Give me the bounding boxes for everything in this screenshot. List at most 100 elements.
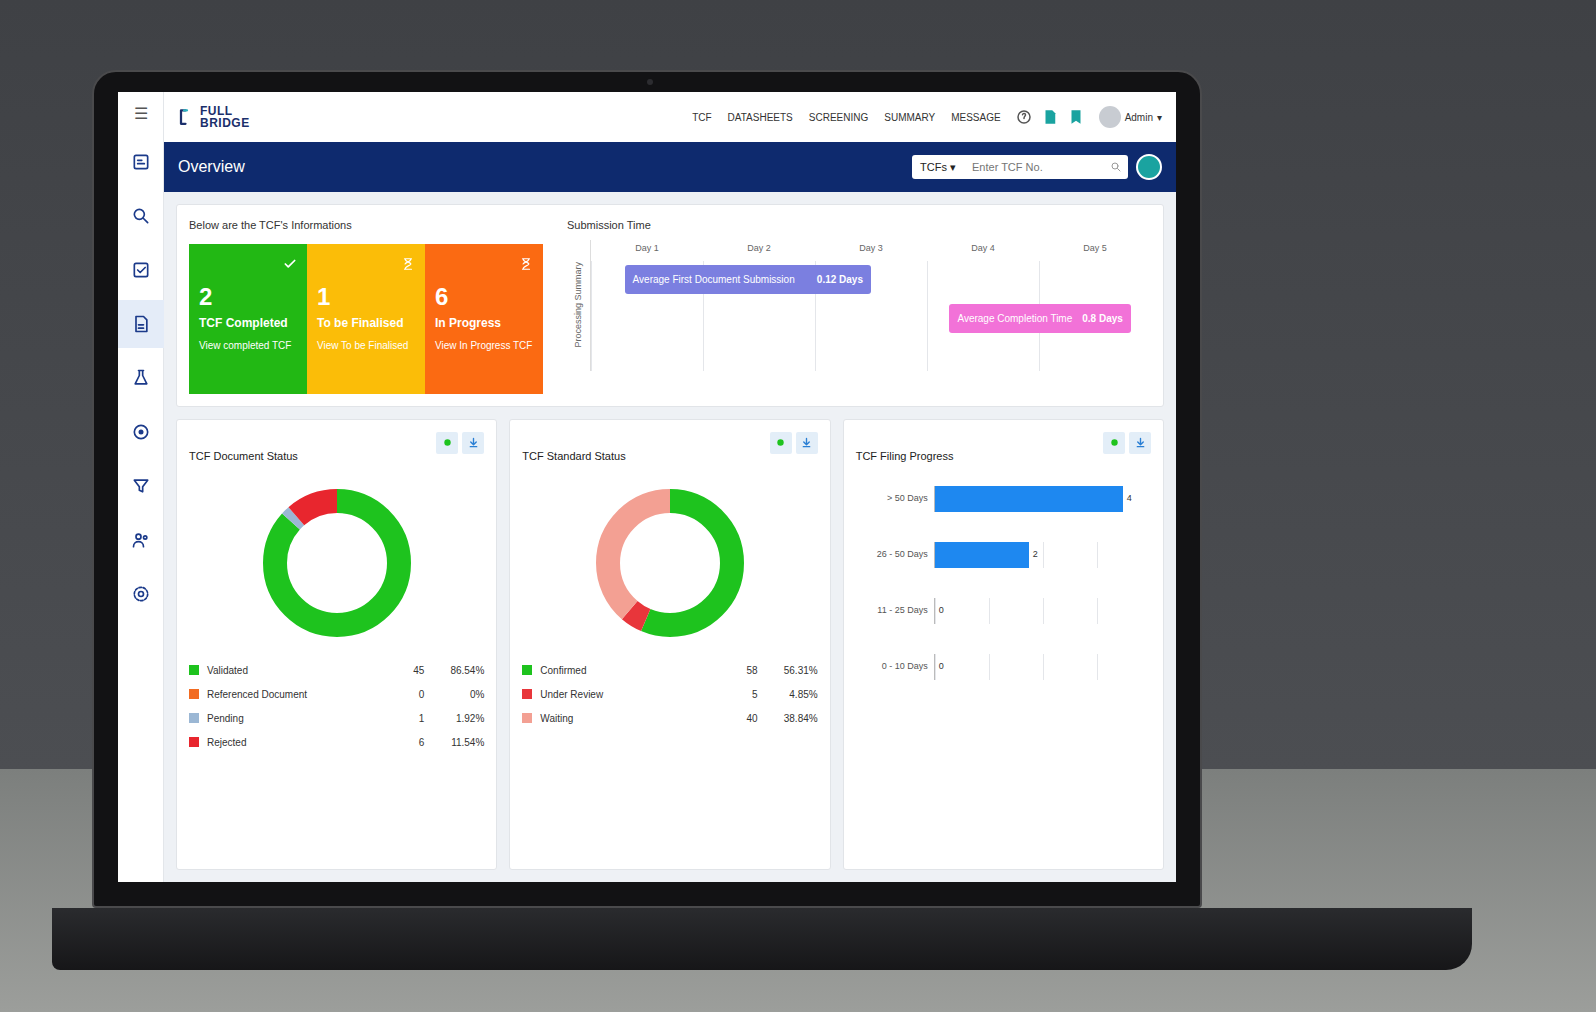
excel-icon [1109,437,1120,448]
sidebar-item[interactable] [118,354,164,402]
timeline-bar[interactable]: Average First Document Submission 0.12 Da… [625,265,871,294]
check-glyph-icon [283,257,297,271]
check-icon [283,252,297,266]
laptop-bezel: ☰ FULLBRIDGE TCF DATASHEETS SCREENING SUMMARY… [92,70,1202,908]
timeline-title: Submission Time [567,217,1151,234]
status-tile[interactable]: 2TCF CompletedView completed TCF [189,244,307,394]
timeline-body: Average First Document Submission 0.12 Da… [591,261,1151,371]
tile-link[interactable]: View To be Finalised [317,338,415,353]
tile-label: In Progress [435,314,533,332]
sidebar: ☰ [118,92,164,882]
sidebar-item[interactable] [118,300,164,348]
logo-bracket-glyph-icon [178,108,196,126]
download-button[interactable] [1129,432,1151,454]
filter-icon [131,476,151,496]
legend-percent: 38.84% [766,711,818,726]
nav-link[interactable]: SUMMARY [884,110,935,125]
dashboard-glyph-icon [131,152,151,172]
legend-count: 1 [390,711,424,726]
tile-link[interactable]: View completed TCF [199,338,297,353]
bar-label: Average First Document Submission [633,272,795,287]
settings-icon [131,584,151,604]
legend-label: Waiting [540,711,715,726]
export-button[interactable] [436,432,458,454]
bar-fill[interactable] [935,542,1029,568]
scope-select[interactable]: TCFs ▾ [912,155,964,180]
bar-track: 4 [934,486,1151,512]
tile-label: To be Finalised [317,314,415,332]
timeline-chart: Processing SummaryDay 1Day 2Day 3Day 4Da… [567,240,1151,372]
tile-count: 2 [199,284,297,310]
user-name: Admin [1125,110,1153,125]
donut-segment[interactable] [608,501,732,625]
download-icon [1135,437,1146,448]
legend-count: 6 [390,735,424,750]
nav-link[interactable]: TCF [692,110,711,125]
tile-link[interactable]: View In Progress TCF [435,338,533,353]
search-group: TCFs ▾ [912,155,1128,180]
bar-reading: 0.12 Days [817,272,863,287]
laptop-screen: ☰ FULLBRIDGE TCF DATASHEETS SCREENING SUMMARY… [118,92,1176,882]
summary-tiles: Below are the TCF's Informations 2TCF Com… [189,217,543,394]
sidebar-item[interactable] [118,192,164,240]
sidebar-item[interactable] [118,246,164,294]
user-menu[interactable]: Admin▾ [1099,106,1162,128]
timeline-bar[interactable]: Average Completion Time 0.8 Days [949,304,1130,333]
legend-swatch [189,665,199,675]
download-button[interactable] [462,432,484,454]
flask-glyph-icon [131,368,151,388]
globe-icon[interactable] [1136,154,1162,180]
sidebar-item[interactable] [118,570,164,618]
bar-reading: 0.8 Days [1082,311,1123,326]
download-glyph-icon [468,437,479,448]
nav-link[interactable]: SCREENING [809,110,868,125]
status-tile[interactable]: 6 In Progress View In Progress TCF [425,244,543,394]
filing-card: TCF Filing Progress> 50 Days426 - 50 Day… [843,419,1164,871]
card-actions [1103,432,1151,454]
download-button[interactable] [796,432,818,454]
status-tile[interactable]: 1To be FinalisedView To be Finalised [307,244,425,394]
legend-count: 58 [724,663,758,678]
summary-caption: Below are the TCF's Informations [189,217,543,234]
download-glyph-icon [1135,437,1146,448]
nav-link[interactable]: DATASHEETS [728,110,793,125]
legend-count: 40 [724,711,758,726]
sidebar-item[interactable] [118,408,164,456]
bar-track: 0 [934,654,1151,680]
logo[interactable]: FULLBRIDGE [178,105,250,129]
chart-cards: TCF Document StatusValidated4586.54%Refe… [176,419,1164,871]
bar-label: 26 - 50 Days [856,548,928,562]
bar-track: 2 [934,542,1151,568]
sidebar-item[interactable] [118,516,164,564]
bookmark-icon[interactable] [1067,108,1085,126]
donut-segment[interactable] [608,501,732,625]
target-icon [131,422,151,442]
download-glyph-icon [801,437,812,448]
bar-row: 11 - 25 Days0 [856,598,1151,624]
tile-count: 6 [435,284,533,310]
nav-link[interactable]: MESSAGE [951,110,1000,125]
search-input[interactable] [970,155,1110,180]
help-icon[interactable] [1015,108,1033,126]
legend-percent: 0% [432,687,484,702]
export-button[interactable] [1103,432,1125,454]
legend-swatch [522,713,532,723]
top-nav: TCF DATASHEETS SCREENING SUMMARY MESSAGE [692,110,1001,125]
bar-fill[interactable] [935,486,1123,512]
sidebar-item[interactable] [118,462,164,510]
export-button[interactable] [770,432,792,454]
hourglass-glyph-icon [401,257,415,271]
donut-segment[interactable] [275,501,399,625]
donut-card: TCF Document StatusValidated4586.54%Refe… [176,419,497,871]
menu-icon[interactable]: ☰ [134,102,148,132]
bar-label: Average Completion Time [957,311,1072,326]
header-icons [1015,108,1085,126]
donut-segment[interactable] [275,501,399,625]
tile-row: 2TCF CompletedView completed TCF1To be F… [189,244,543,394]
donut-segment[interactable] [608,501,732,625]
flask-icon [131,368,151,388]
notes-icon[interactable] [1041,108,1059,126]
donut-segment[interactable] [275,501,399,625]
donut-segment[interactable] [275,501,399,625]
sidebar-item[interactable] [118,138,164,186]
